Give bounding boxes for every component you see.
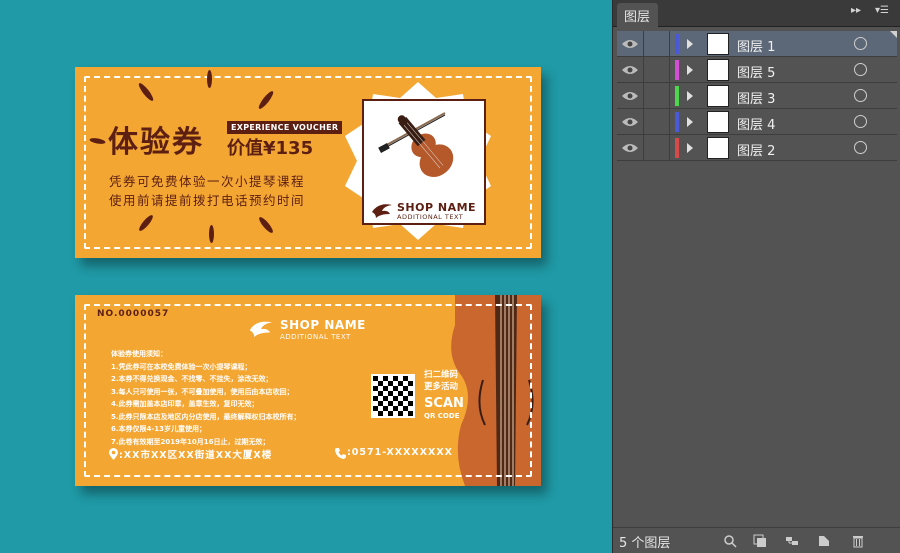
visibility-eye-icon[interactable] [622, 142, 638, 154]
layer-thumbnail [707, 137, 729, 159]
expand-triangle-icon[interactable] [687, 39, 693, 49]
column-divider [643, 109, 644, 134]
shop-logo-icon [372, 204, 392, 218]
layer-name[interactable]: 图层 5 [737, 62, 775, 81]
voucher-line-1: 凭券可免费体验一次小提琴课程 [109, 174, 306, 189]
locate-object-icon[interactable] [723, 534, 737, 548]
violin-icon [378, 112, 454, 177]
front-shop-sub: ADDITIONAL TEXT [397, 213, 464, 221]
back-shop-name: SHOP NAME [280, 318, 366, 332]
target-circle-icon[interactable] [854, 37, 867, 50]
phone-icon [335, 448, 346, 459]
voucher-price: 价值¥135 [227, 138, 314, 159]
rule-item: 1.凭此券可在本校免费体验一次小提琴课程； [111, 362, 252, 371]
rule-item: 3.每人只可使用一张，不可叠加使用，使用后由本店收回； [111, 387, 294, 396]
layer-list: 图层 1 图层 5 图层 3 图层 4 图层 2 [617, 31, 897, 161]
column-divider [643, 83, 644, 108]
back-shop-sub: ADDITIONAL TEXT [280, 333, 351, 341]
new-layer-icon[interactable] [817, 534, 831, 548]
scan-en-sub: QR CODE [424, 412, 460, 420]
voucher-title: 体验券 [108, 125, 204, 160]
rule-item: 体验券使用须知： [111, 350, 167, 358]
scan-cn-label: 扫二维码 更多活动 [424, 369, 458, 393]
ray-decoration [137, 213, 155, 233]
layer-count: 5 个图层 [619, 536, 671, 551]
collapse-icon[interactable]: ▸▸ [851, 5, 861, 16]
visibility-eye-icon[interactable] [622, 64, 638, 76]
column-divider [643, 57, 644, 82]
phone-text: :0571-XXXXXXXX [347, 447, 454, 458]
target-circle-icon[interactable] [854, 89, 867, 102]
shop-logo-icon [249, 321, 273, 337]
scan-cn-line-2: 更多活动 [424, 382, 459, 392]
layer-thumbnail [707, 33, 729, 55]
target-circle-icon[interactable] [854, 63, 867, 76]
layer-row[interactable]: 图层 5 [617, 57, 897, 83]
scan-en-label: SCAN [424, 396, 464, 411]
selection-corner-icon [890, 31, 897, 38]
layer-row[interactable]: 图层 3 [617, 83, 897, 109]
visibility-eye-icon[interactable] [622, 116, 638, 128]
column-divider [669, 135, 670, 160]
tab-layers[interactable]: 图层 [617, 3, 659, 27]
rule-item: 5.此券只限本店及地区内分店使用，最终解释权归本校所有； [111, 412, 301, 421]
ray-decoration [136, 81, 156, 103]
target-circle-icon[interactable] [854, 115, 867, 128]
qr-code [371, 374, 415, 418]
layer-color-bar [675, 112, 679, 132]
ray-decoration [256, 89, 276, 111]
layer-thumbnail [707, 59, 729, 81]
column-divider [669, 109, 670, 134]
location-icon [109, 448, 118, 460]
new-sublayer-icon[interactable] [785, 534, 799, 548]
layer-name[interactable]: 图层 1 [737, 36, 775, 55]
scan-cn-line-1: 扫二维码 [424, 370, 459, 380]
rule-item: 2.本券不得兑换现金、不找零、不挂失，涂改无效； [111, 375, 273, 383]
column-divider [669, 83, 670, 108]
column-divider [643, 31, 644, 56]
column-divider [669, 31, 670, 56]
ray-decoration [257, 215, 275, 235]
layer-thumbnail [707, 111, 729, 133]
ray-decoration [89, 137, 106, 145]
layer-name[interactable]: 图层 3 [737, 88, 775, 107]
panel-header: 图层 ▸▸ ▾☰ [613, 0, 900, 27]
layer-thumbnail [707, 85, 729, 107]
layer-row[interactable]: 图层 2 [617, 135, 897, 161]
panel-footer: 5 个图层 [613, 527, 900, 553]
voucher-number: NO.0000057 [97, 309, 170, 319]
expand-triangle-icon[interactable] [687, 91, 693, 101]
column-divider [643, 135, 644, 160]
clipping-mask-icon[interactable] [753, 534, 767, 548]
expand-triangle-icon[interactable] [687, 117, 693, 127]
layer-name[interactable]: 图层 4 [737, 114, 775, 133]
voucher-line-2: 使用前请提前拨打电话预约时间 [109, 193, 306, 208]
layer-color-bar [675, 138, 679, 158]
visibility-eye-icon[interactable] [622, 38, 638, 50]
voucher-back[interactable]: NO.0000057 SHOP NAME ADDITIONAL TEXT 体验券… [75, 295, 541, 486]
layer-color-bar [675, 34, 679, 54]
voucher-front[interactable]: 体验券 EXPERIENCE VOUCHER 价值¥135 凭券可免费体验一次小… [75, 67, 541, 258]
ray-decoration [207, 70, 212, 88]
expand-triangle-icon[interactable] [687, 143, 693, 153]
layer-row[interactable]: 图层 4 [617, 109, 897, 135]
voucher-tag: EXPERIENCE VOUCHER [227, 121, 343, 134]
address-text: :XX市XX区XX街道XX大厦X楼 [119, 450, 273, 461]
layer-name[interactable]: 图层 2 [737, 140, 775, 159]
rule-item: 4.此券需加盖本店印章，盖章生效，复印无效； [111, 400, 259, 408]
layer-color-bar [675, 86, 679, 106]
rule-item: 6.本券仅限4-13岁儿童使用； [111, 425, 207, 433]
visibility-eye-icon[interactable] [622, 90, 638, 102]
layers-panel: 图层 ▸▸ ▾☰ 图层 1 图层 5 图层 3 图层 4 图层 2 5 个图层 [612, 0, 900, 553]
column-divider [669, 57, 670, 82]
trash-icon[interactable] [851, 534, 865, 548]
artboard-canvas[interactable]: 体验券 EXPERIENCE VOUCHER 价值¥135 凭券可免费体验一次小… [0, 0, 612, 553]
ray-decoration [209, 225, 214, 243]
expand-triangle-icon[interactable] [687, 65, 693, 75]
layer-color-bar [675, 60, 679, 80]
rules-list: 体验券使用须知： 1.凭此券可在本校免费体验一次小提琴课程； 2.本券不得兑换现… [111, 348, 301, 448]
panel-menu-icon[interactable]: ▾☰ [875, 5, 889, 16]
layer-row[interactable]: 图层 1 [617, 31, 897, 57]
target-circle-icon[interactable] [854, 141, 867, 154]
